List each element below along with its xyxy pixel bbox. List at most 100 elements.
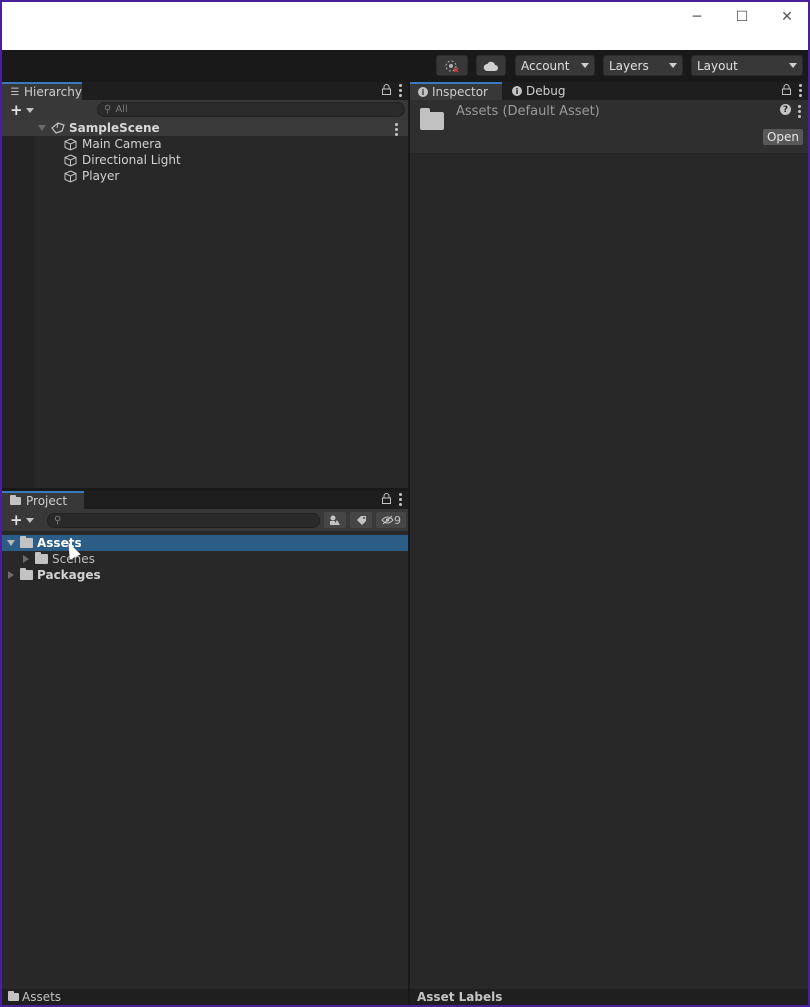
collab-button[interactable]: [436, 55, 468, 76]
gameobject-cube-icon: [64, 169, 77, 183]
close-icon: ✕: [781, 9, 793, 25]
chevron-down-icon: [25, 518, 34, 523]
lock-icon[interactable]: [782, 84, 791, 95]
gameobject-cube-icon: [64, 137, 77, 151]
project-tabstrip: Project: [2, 491, 408, 509]
tab-project[interactable]: Project: [2, 491, 84, 509]
search-placeholder: All: [115, 104, 128, 115]
folder-icon: [20, 568, 33, 580]
hierarchy-toolbar: + ⚲ All: [2, 100, 408, 120]
project-toolbar: + ⚲ 9: [2, 509, 408, 531]
minimize-icon: ─: [692, 9, 702, 25]
expand-arrow-icon[interactable]: [38, 125, 46, 131]
tree-item-label: Packages: [37, 568, 101, 582]
filter-by-type-icon: [330, 515, 340, 525]
chevron-down-icon: [581, 63, 589, 68]
help-icon[interactable]: ?: [780, 104, 791, 115]
search-by-label-button[interactable]: [350, 512, 372, 528]
hierarchy-search-input[interactable]: ⚲ All: [97, 102, 405, 117]
plus-icon: +: [10, 101, 23, 119]
cloud-icon: [483, 61, 498, 71]
lock-icon[interactable]: [382, 493, 391, 504]
kebab-menu-icon[interactable]: [399, 84, 402, 97]
info-icon: i: [418, 87, 428, 97]
main-toolbar: Account Layers Layout: [2, 50, 808, 82]
title-bar: ─ ☐ ✕: [2, 2, 808, 50]
project-search-input[interactable]: ⚲: [47, 513, 320, 528]
eye-slash-icon: [381, 515, 394, 525]
hierarchy-item-label: Main Camera: [82, 137, 162, 151]
tab-debug[interactable]: i Debug: [504, 82, 574, 100]
unity-scene-icon: [51, 122, 65, 134]
hierarchy-item-label: Directional Light: [82, 153, 181, 167]
chevron-down-icon: [789, 63, 797, 68]
layout-label: Layout: [697, 58, 738, 73]
open-button[interactable]: Open: [762, 128, 804, 146]
tab-debug-label: Debug: [526, 84, 566, 98]
project-status-bar: Assets: [2, 989, 408, 1005]
tab-inspector[interactable]: i Inspector: [410, 82, 502, 100]
cloud-button[interactable]: [476, 55, 506, 76]
left-panel: ☰ Hierarchy + ⚲ All SampleScene Main Cam…: [2, 82, 408, 1005]
tab-inspector-label: Inspector: [432, 85, 488, 99]
layout-dropdown[interactable]: Layout: [691, 55, 803, 76]
asset-labels-label: Asset Labels: [417, 990, 503, 1004]
info-icon: i: [512, 86, 522, 96]
tree-item-packages[interactable]: Packages: [8, 567, 101, 583]
hierarchy-gutter: [2, 120, 34, 488]
hierarchy-tree: SampleScene Main Camera Directional Ligh…: [2, 120, 408, 488]
kebab-menu-icon[interactable]: [399, 493, 402, 506]
hierarchy-item-directional-light[interactable]: Directional Light: [64, 152, 181, 168]
tab-hierarchy-label: Hierarchy: [23, 85, 82, 99]
project-tab-controls: [382, 493, 402, 506]
inspector-title: Assets (Default Asset): [456, 104, 600, 119]
gameobject-cube-icon: [64, 153, 77, 167]
hidden-count: 9: [394, 513, 401, 527]
account-dropdown[interactable]: Account: [515, 55, 595, 76]
tab-hierarchy[interactable]: ☰ Hierarchy: [2, 82, 82, 100]
create-dropdown[interactable]: +: [10, 512, 34, 528]
hierarchy-item-player[interactable]: Player: [64, 168, 119, 184]
collapsed-arrow-icon[interactable]: [8, 571, 14, 579]
chevron-down-icon: [669, 63, 677, 68]
folder-icon: [420, 108, 444, 130]
close-button[interactable]: ✕: [776, 6, 798, 28]
scene-kebab-icon[interactable]: [395, 123, 398, 136]
hierarchy-item-label: Player: [82, 169, 120, 183]
expand-arrow-icon[interactable]: [7, 540, 15, 546]
status-path: Assets: [22, 990, 62, 1004]
inspector-tab-controls: [782, 84, 802, 97]
right-panel: i Inspector i Debug Assets (Default Asse…: [410, 82, 808, 1005]
hierarchy-tab-controls: [382, 84, 402, 97]
account-label: Account: [521, 58, 570, 73]
maximize-icon: ☐: [735, 9, 749, 25]
chevron-down-icon: [25, 108, 34, 113]
lock-icon[interactable]: [382, 84, 391, 95]
project-tree: Assets Scenes Packages: [2, 531, 408, 989]
maximize-button[interactable]: ☐: [731, 6, 753, 28]
list-icon: ☰: [10, 86, 20, 98]
folder-icon: [8, 991, 19, 1001]
kebab-menu-icon[interactable]: [799, 84, 802, 97]
folder-open-icon: [20, 536, 33, 548]
scene-item[interactable]: SampleScene: [38, 120, 160, 136]
folder-icon: [10, 495, 21, 505]
collapsed-arrow-icon[interactable]: [23, 555, 29, 563]
plus-icon: +: [10, 511, 23, 529]
search-by-type-button[interactable]: [324, 512, 346, 528]
layers-dropdown[interactable]: Layers: [603, 55, 683, 76]
hierarchy-tabstrip: ☰ Hierarchy: [2, 82, 408, 100]
layers-label: Layers: [609, 58, 649, 73]
tag-icon: [356, 515, 366, 525]
kebab-menu-icon[interactable]: [798, 105, 801, 118]
hidden-packages-toggle[interactable]: 9: [376, 512, 406, 528]
tab-project-label: Project: [26, 494, 68, 508]
inspector-tabstrip: i Inspector i Debug: [410, 82, 808, 100]
minimize-button[interactable]: ─: [686, 6, 708, 28]
tree-item-scenes[interactable]: Scenes: [23, 551, 95, 567]
asset-labels-bar[interactable]: Asset Labels: [410, 989, 808, 1005]
scene-name: SampleScene: [69, 121, 160, 135]
hierarchy-item-main-camera[interactable]: Main Camera: [64, 136, 162, 152]
folder-icon: [35, 552, 48, 564]
create-dropdown[interactable]: +: [10, 102, 34, 118]
